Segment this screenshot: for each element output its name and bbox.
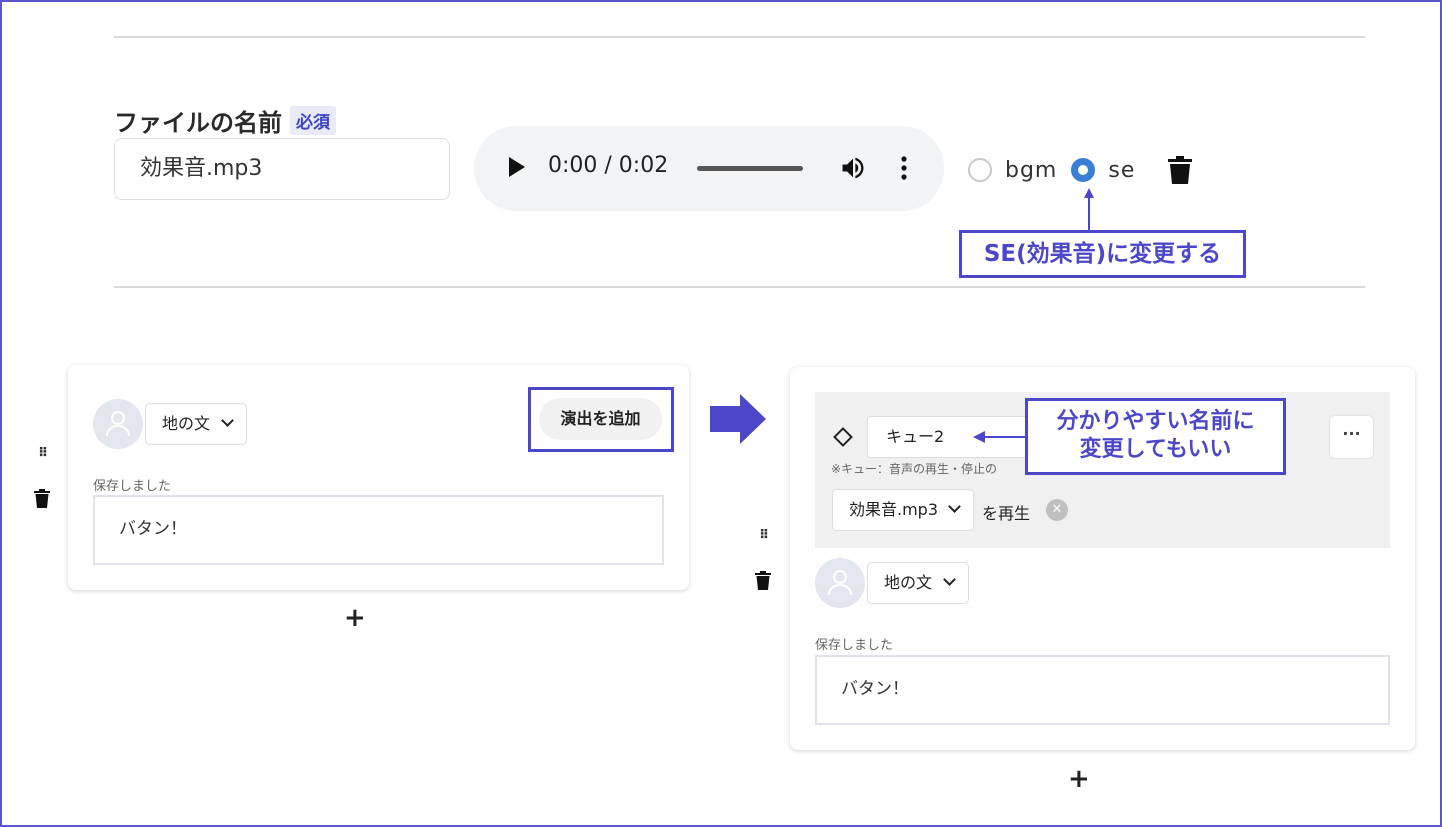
rename-callout-line1: 分かりやすい名前に (1056, 409, 1255, 434)
audio-player[interactable]: 0:00 / 0:02 (474, 126, 944, 211)
speaker-select-label: 地の文 (162, 414, 211, 433)
chevron-down-icon (943, 573, 956, 586)
user-icon (106, 411, 130, 437)
rename-callout: 分かりやすい名前に 変更してもいい (1025, 398, 1286, 475)
trash-icon[interactable] (34, 489, 50, 508)
file-name-label-row: ファイルの名前 必須 (114, 103, 336, 138)
chevron-down-icon (948, 500, 961, 513)
trash-icon[interactable] (1168, 156, 1192, 184)
play-icon[interactable] (509, 157, 525, 177)
audio-time: 0:00 / 0:02 (548, 153, 669, 178)
saved-status: 保存しました (93, 479, 172, 494)
saved-status: 保存しました (815, 638, 894, 653)
speaker-select[interactable]: 地の文 (867, 562, 969, 604)
cue-note: ※キュー：音声の再生・停止の (831, 462, 998, 476)
required-badge: 必須 (290, 106, 336, 135)
more-vertical-icon[interactable] (894, 154, 914, 182)
callout-arrow-left-icon (973, 431, 1028, 443)
audio-progress-bar[interactable] (697, 166, 803, 171)
se-callout: SE(効果音)に変更する (959, 230, 1246, 278)
avatar (815, 558, 865, 608)
play-suffix-text: を再生 (982, 504, 1031, 523)
divider-bottom (114, 286, 1365, 288)
remove-cue-button[interactable]: ✕ (1046, 499, 1068, 521)
drag-handle-icon[interactable]: ⠿ (38, 447, 48, 460)
dialog-text-input[interactable]: バタン！ (93, 495, 664, 565)
radio-se-label: se (1108, 157, 1136, 183)
file-name-label: ファイルの名前 (114, 109, 282, 137)
rename-callout-line2: 変更してもいい (1079, 437, 1232, 462)
drag-handle-icon[interactable]: ⠿ (759, 529, 769, 542)
highlight-box (528, 387, 674, 452)
trash-icon[interactable] (755, 571, 771, 590)
speaker-select-label: 地の文 (884, 573, 933, 592)
chevron-down-icon (221, 414, 234, 427)
transition-arrow-icon (710, 394, 766, 444)
callout-arrow-up-icon (1084, 188, 1094, 232)
user-icon (828, 570, 852, 596)
divider-top (114, 36, 1365, 38)
add-block-button[interactable]: + (1068, 764, 1090, 794)
add-block-button[interactable]: + (344, 603, 366, 633)
sound-select[interactable]: 効果音.mp3 (832, 489, 974, 531)
dialog-text-input[interactable]: バタン！ (815, 655, 1390, 725)
radio-bgm-label: bgm (1005, 157, 1058, 183)
more-options-button[interactable]: ··· (1330, 416, 1373, 458)
avatar (93, 399, 143, 449)
file-name-input[interactable]: 効果音.mp3 (114, 138, 450, 200)
volume-icon[interactable] (839, 154, 867, 182)
speaker-select[interactable]: 地の文 (145, 403, 247, 445)
sound-select-label: 効果音.mp3 (849, 500, 939, 519)
type-radio-group: bgm se (968, 150, 1135, 190)
radio-se[interactable] (1071, 158, 1096, 182)
radio-bgm[interactable] (968, 158, 992, 182)
